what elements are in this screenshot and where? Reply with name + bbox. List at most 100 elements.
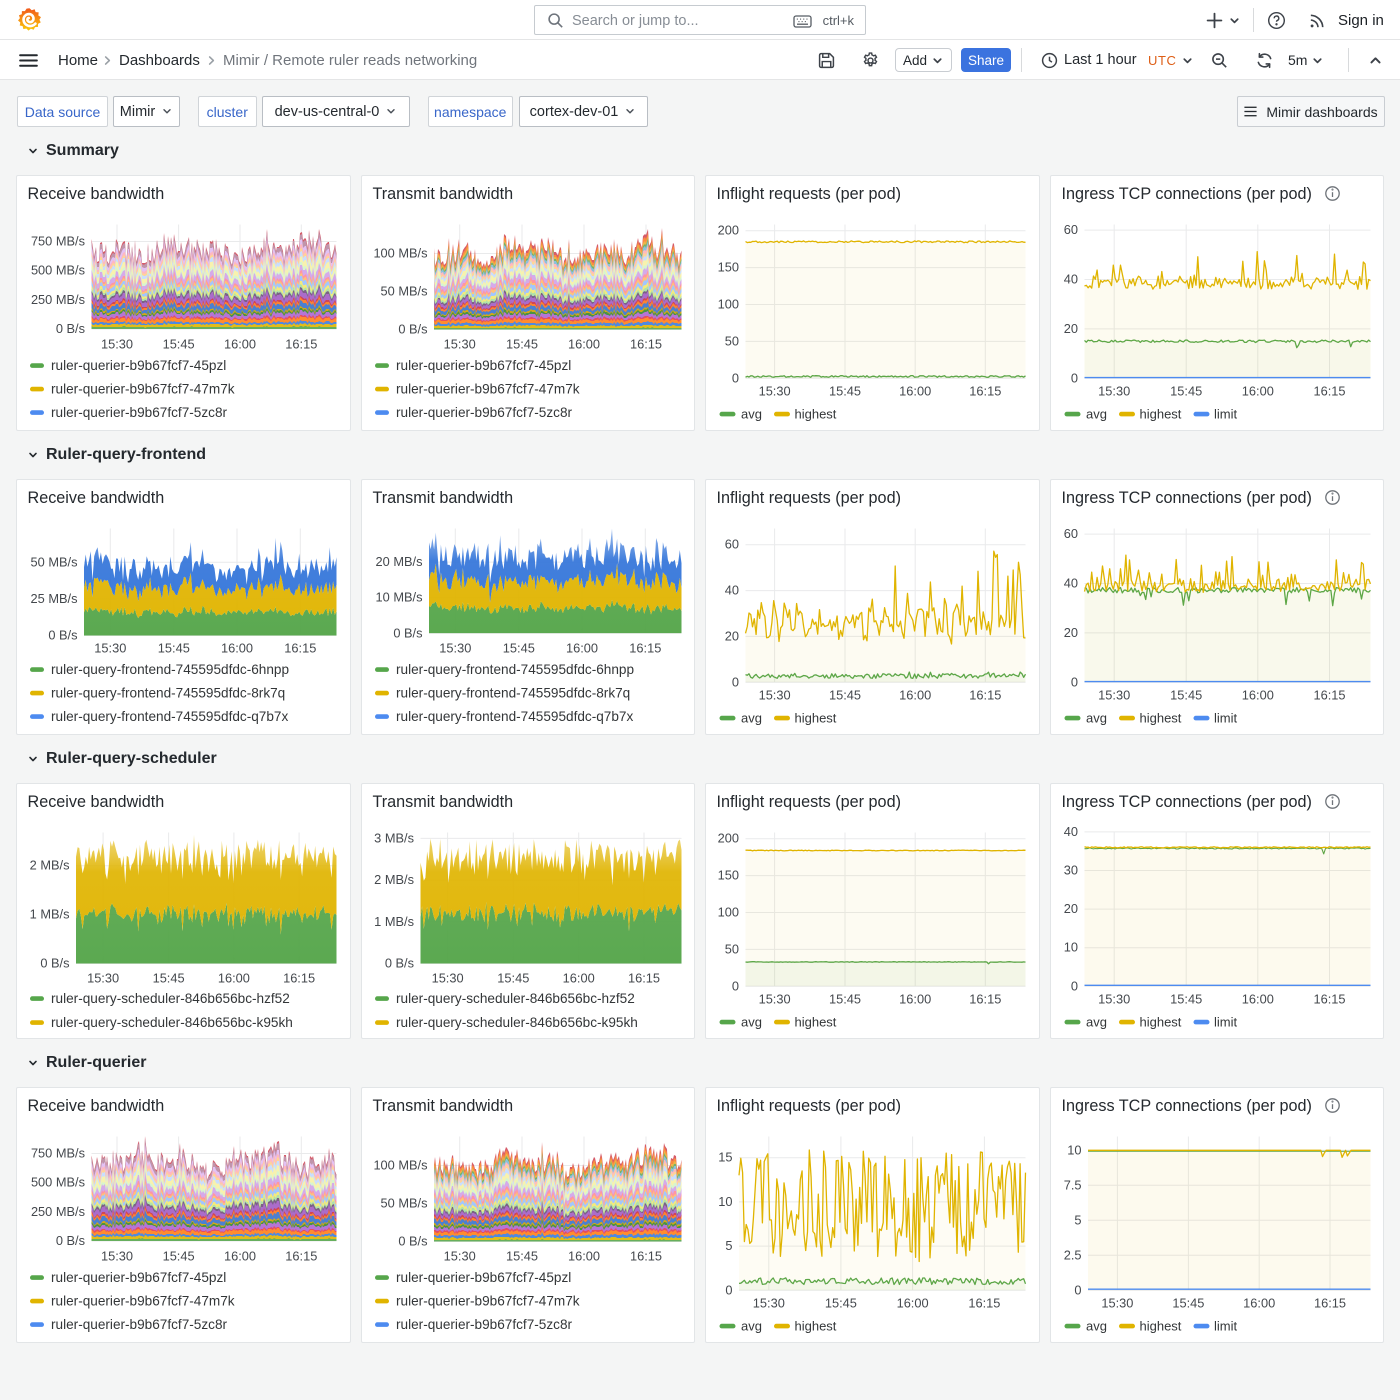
svg-text:limit: limit (1214, 406, 1237, 421)
svg-text:15:45: 15:45 (1170, 383, 1202, 398)
svg-text:ruler-query-scheduler-846b656b: ruler-query-scheduler-846b656bc-k95kh (396, 1015, 638, 1030)
svg-text:ruler-query-frontend-745595dfd: ruler-query-frontend-745595dfdc-q7b7x (51, 709, 288, 724)
svg-text:16:00: 16:00 (1241, 383, 1273, 398)
svg-text:0 B/s: 0 B/s (384, 955, 413, 970)
svg-text:ruler-querier-b9b67fcf7-47m7k: ruler-querier-b9b67fcf7-47m7k (396, 1293, 580, 1308)
svg-text:limit: limit (1214, 710, 1237, 725)
svg-text:16:00: 16:00 (567, 336, 599, 351)
svg-text:15:45: 15:45 (1172, 1295, 1204, 1310)
svg-text:20: 20 (1063, 320, 1077, 335)
svg-text:avg: avg (1086, 710, 1107, 725)
svg-text:0: 0 (1074, 1282, 1081, 1297)
svg-text:100: 100 (718, 904, 739, 919)
svg-text:15:30: 15:30 (1098, 383, 1130, 398)
svg-text:16:15: 16:15 (1313, 1295, 1345, 1310)
svg-text:ruler-querier-b9b67fcf7-5zc8r: ruler-querier-b9b67fcf7-5zc8r (51, 405, 228, 420)
svg-text:15:45: 15:45 (1170, 687, 1202, 702)
svg-text:15:45: 15:45 (158, 640, 190, 655)
svg-text:ruler-querier-b9b67fcf7-47m7k: ruler-querier-b9b67fcf7-47m7k (51, 1293, 235, 1308)
svg-text:15:45: 15:45 (505, 1248, 537, 1263)
svg-text:200: 200 (718, 222, 739, 237)
svg-text:60: 60 (1063, 222, 1077, 237)
svg-text:15:30: 15:30 (443, 1248, 475, 1263)
svg-text:16:15: 16:15 (1313, 991, 1345, 1006)
svg-text:16:00: 16:00 (899, 687, 931, 702)
svg-text:40: 40 (725, 582, 739, 597)
svg-text:15:30: 15:30 (101, 1248, 133, 1263)
svg-text:15:30: 15:30 (1101, 1295, 1133, 1310)
svg-text:15:30: 15:30 (87, 970, 119, 985)
svg-text:ruler-query-frontend-745595dfd: ruler-query-frontend-745595dfdc-6hnpp (396, 662, 634, 677)
svg-text:highest: highest (1139, 1318, 1181, 1333)
svg-text:Transmit bandwidth: Transmit bandwidth (372, 489, 513, 507)
svg-text:ruler-query-scheduler-846b656b: ruler-query-scheduler-846b656bc-k95kh (51, 1015, 293, 1030)
svg-text:5: 5 (725, 1238, 732, 1253)
svg-text:avg: avg (741, 1318, 762, 1333)
svg-text:15:30: 15:30 (101, 336, 133, 351)
svg-text:15:45: 15:45 (829, 687, 861, 702)
svg-text:Ingress TCP connections (per p: Ingress TCP connections (per pod) (1061, 489, 1311, 507)
svg-text:100 MB/s: 100 MB/s (373, 245, 427, 260)
svg-text:50: 50 (725, 941, 739, 956)
svg-text:500 MB/s: 500 MB/s (31, 1174, 85, 1189)
svg-text:highest: highest (795, 1318, 837, 1333)
svg-text:16:15: 16:15 (969, 991, 1001, 1006)
svg-text:0 B/s: 0 B/s (48, 627, 77, 642)
svg-text:60: 60 (725, 536, 739, 551)
svg-text:15:45: 15:45 (1170, 991, 1202, 1006)
svg-text:2 MB/s: 2 MB/s (30, 857, 70, 872)
svg-text:0 B/s: 0 B/s (398, 1233, 427, 1248)
svg-text:Transmit bandwidth: Transmit bandwidth (372, 793, 513, 811)
svg-text:16:00: 16:00 (224, 1248, 256, 1263)
svg-text:ruler-querier-b9b67fcf7-47m7k: ruler-querier-b9b67fcf7-47m7k (51, 381, 235, 396)
svg-text:ruler-query-scheduler-846b656b: ruler-query-scheduler-846b656bc-hzf52 (396, 991, 635, 1006)
svg-text:150: 150 (718, 259, 739, 274)
svg-text:Receive bandwidth: Receive bandwidth (28, 185, 165, 203)
svg-text:highest: highest (1139, 710, 1181, 725)
svg-text:16:00: 16:00 (567, 1248, 599, 1263)
svg-text:16:15: 16:15 (629, 1248, 661, 1263)
svg-text:15:45: 15:45 (163, 336, 195, 351)
svg-text:40: 40 (1063, 271, 1077, 286)
svg-text:15:30: 15:30 (431, 970, 463, 985)
svg-text:Ingress TCP connections (per p: Ingress TCP connections (per pod) (1061, 185, 1311, 203)
svg-text:avg: avg (1086, 406, 1107, 421)
svg-text:ruler-querier-b9b67fcf7-5zc8r: ruler-querier-b9b67fcf7-5zc8r (51, 1317, 228, 1332)
svg-text:15:30: 15:30 (1098, 991, 1130, 1006)
svg-text:50 MB/s: 50 MB/s (380, 283, 427, 298)
svg-text:16:15: 16:15 (1313, 383, 1345, 398)
svg-text:3 MB/s: 3 MB/s (374, 830, 414, 845)
svg-text:20: 20 (1063, 624, 1077, 639)
svg-text:15:30: 15:30 (94, 640, 126, 655)
svg-text:limit: limit (1214, 1014, 1237, 1029)
svg-text:2 MB/s: 2 MB/s (374, 872, 414, 887)
svg-text:highest: highest (1139, 1014, 1181, 1029)
svg-text:0 B/s: 0 B/s (393, 625, 422, 640)
svg-text:Transmit bandwidth: Transmit bandwidth (372, 185, 513, 203)
svg-text:0: 0 (1070, 674, 1077, 689)
svg-text:15:45: 15:45 (497, 970, 529, 985)
svg-text:16:00: 16:00 (899, 383, 931, 398)
svg-text:10 MB/s: 10 MB/s (375, 589, 422, 604)
svg-text:Inflight requests (per pod): Inflight requests (per pod) (717, 793, 901, 811)
svg-text:5: 5 (1074, 1212, 1081, 1227)
svg-text:100: 100 (718, 296, 739, 311)
svg-text:15:45: 15:45 (163, 1248, 195, 1263)
svg-text:Transmit bandwidth: Transmit bandwidth (372, 1097, 513, 1115)
svg-text:50: 50 (725, 333, 739, 348)
svg-text:16:15: 16:15 (629, 336, 661, 351)
svg-text:10: 10 (1067, 1142, 1081, 1157)
svg-text:16:15: 16:15 (1313, 687, 1345, 702)
svg-text:100 MB/s: 100 MB/s (373, 1157, 427, 1172)
svg-text:ruler-query-frontend-745595dfd: ruler-query-frontend-745595dfdc-8rk7q (396, 685, 630, 700)
svg-text:15:30: 15:30 (439, 640, 471, 655)
svg-text:16:15: 16:15 (285, 336, 317, 351)
svg-text:200: 200 (718, 830, 739, 845)
svg-text:0: 0 (1070, 978, 1077, 993)
svg-text:1 MB/s: 1 MB/s (374, 913, 414, 928)
svg-text:0: 0 (1070, 370, 1077, 385)
svg-text:16:15: 16:15 (969, 383, 1001, 398)
svg-text:0: 0 (732, 370, 739, 385)
svg-text:1 MB/s: 1 MB/s (30, 906, 70, 921)
svg-text:0 B/s: 0 B/s (398, 321, 427, 336)
